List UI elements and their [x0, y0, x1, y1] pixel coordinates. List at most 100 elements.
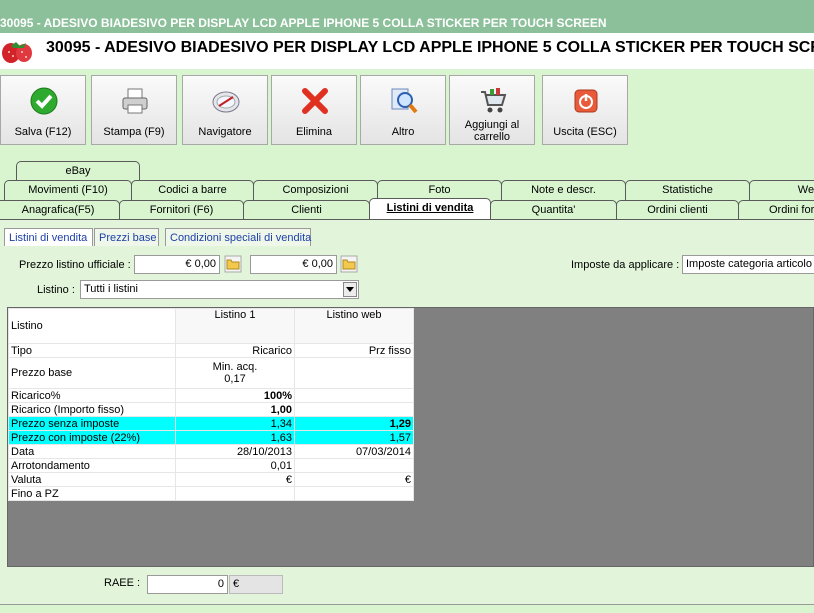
grid-header-listino: Listino [8, 308, 176, 344]
imposte-select[interactable]: Imposte categoria articolo [682, 255, 814, 274]
listino-select[interactable]: Tutti i listini [80, 280, 359, 299]
window-title: 30095 - ADESIVO BIADESIVO PER DISPLAY LC… [0, 16, 607, 30]
cell-listino-1[interactable]: 100% [175, 388, 295, 403]
tab-composizioni[interactable]: Composizioni [253, 180, 378, 200]
subtab-listini-di-vendita[interactable]: Listini di vendita [4, 228, 93, 246]
table-row: Ricarico% 100% [8, 388, 414, 403]
tab-ordini-clienti[interactable]: Ordini clienti [616, 200, 739, 220]
cart-icon [481, 88, 507, 113]
save-button[interactable]: Salva (F12) [0, 75, 86, 145]
grid-header-row: Listino Listino 1 Listino web [8, 308, 414, 344]
subtab-prezzi-base[interactable]: Prezzi base [94, 228, 159, 246]
cell-listino-web[interactable]: € [294, 472, 414, 487]
table-row: Arrotondamento 0,01 [8, 458, 414, 473]
row-label: Data [8, 444, 176, 459]
table-row: Tipo Ricarico Prz fisso [8, 343, 414, 358]
row-label: Ricarico% [8, 388, 176, 403]
cell-line: 0,17 [224, 373, 246, 385]
cell-listino-1[interactable]: 28/10/2013 [175, 444, 295, 459]
tab-ordini-fornitori[interactable]: Ordini fornitori [738, 200, 814, 220]
row-label: Tipo [8, 343, 176, 358]
tab-note-e-descr[interactable]: Note e descr. [501, 180, 626, 200]
navigator-button-label: Navigatore [198, 126, 252, 138]
tab-foto[interactable]: Foto [377, 180, 502, 200]
add-to-cart-button[interactable]: Aggiungi al carrello [449, 75, 535, 145]
prezzo-listino-input-2[interactable]: € 0,00 [250, 255, 337, 274]
cell-listino-web[interactable] [294, 458, 414, 473]
folder-icon[interactable] [340, 255, 358, 273]
row-label: Arrotondamento [8, 458, 176, 473]
row-label: Prezzo base [8, 357, 176, 389]
toolbar: Salva (F12) Stampa (F9) Navigatore Elimi… [0, 69, 814, 153]
row-label: Prezzo senza imposte [8, 416, 176, 431]
cell-listino-1[interactable]: € [175, 472, 295, 487]
cell-listino-1[interactable]: 1,63 [175, 430, 295, 445]
imposte-label: Imposte da applicare : [571, 259, 680, 271]
more-button[interactable]: Altro [360, 75, 446, 145]
raee-input[interactable]: 0 [147, 575, 228, 594]
cell-listino-1[interactable]: 1,34 [175, 416, 295, 431]
cell-listino-1[interactable]: Min. acq. 0,17 [175, 357, 295, 389]
tab-listini-di-vendita[interactable]: Listini di vendita [369, 198, 491, 220]
exit-button[interactable]: Uscita (ESC) [542, 75, 628, 145]
main-tabs: eBay Movimenti (F10) Codici a barre Comp… [0, 153, 814, 221]
table-row: Ricarico (Importo fisso) 1,00 [8, 402, 414, 417]
cell-listino-1[interactable]: 1,00 [175, 402, 295, 417]
cell-listino-1[interactable] [175, 486, 295, 501]
subtab-condizioni-speciali[interactable]: Condizioni speciali di vendita [165, 228, 311, 246]
tab-anagrafica[interactable]: Anagrafica(F5) [0, 200, 120, 220]
tab-ebay[interactable]: eBay [16, 161, 140, 181]
cell-listino-web[interactable] [294, 388, 414, 403]
navigator-button[interactable]: Navigatore [182, 75, 268, 145]
raee-currency: € [229, 575, 283, 594]
cell-listino-web[interactable]: Prz fisso [294, 343, 414, 358]
table-row: Prezzo base Min. acq. 0,17 [8, 357, 414, 389]
grid-header-listino-web[interactable]: Listino web [294, 308, 414, 344]
cell-line: Min. acq. [212, 361, 258, 373]
tab-codici-a-barre[interactable]: Codici a barre [131, 180, 254, 200]
prices-grid: Listino Listino 1 Listino web Tipo Ricar… [8, 308, 414, 501]
listini-panel: Listini di vendita Prezzi base Condizion… [0, 220, 814, 612]
power-icon [574, 89, 598, 113]
tab-statistiche[interactable]: Statistiche [625, 180, 750, 200]
save-button-label: Salva (F12) [14, 126, 72, 138]
item-header: 30095 - ADESIVO BIADESIVO PER DISPLAY LC… [0, 33, 814, 69]
cell-listino-web[interactable] [294, 486, 414, 501]
folder-icon[interactable] [224, 255, 242, 273]
delete-x-icon [302, 88, 328, 114]
cell-listino-1[interactable]: 0,01 [175, 458, 295, 473]
tab-clienti[interactable]: Clienti [243, 200, 370, 220]
print-button-label: Stampa (F9) [103, 126, 165, 138]
listino-select-value: Tutti i listini [84, 283, 138, 295]
table-row: Prezzo senza imposte 1,34 1,29 [8, 416, 414, 431]
chevron-down-icon[interactable] [343, 282, 357, 297]
cell-listino-web[interactable]: 1,29 [294, 416, 414, 431]
cell-listino-web[interactable]: 07/03/2014 [294, 444, 414, 459]
window-titlebar: 30095 - ADESIVO BIADESIVO PER DISPLAY LC… [0, 0, 814, 33]
row-label: Valuta [8, 472, 176, 487]
exit-button-label: Uscita (ESC) [553, 126, 617, 138]
tab-fornitori[interactable]: Fornitori (F6) [119, 200, 244, 220]
delete-button[interactable]: Elimina [271, 75, 357, 145]
prezzo-listino-label: Prezzo listino ufficiale : [19, 259, 131, 271]
more-button-label: Altro [391, 126, 415, 138]
compass-icon [212, 91, 240, 113]
raee-label: RAEE : [104, 577, 141, 589]
magnifier-icon [391, 88, 418, 114]
grid-header-listino-1[interactable]: Listino 1 [175, 308, 295, 344]
add-to-cart-button-label: Aggiungi al carrello [464, 119, 520, 143]
table-row: Prezzo con imposte (22%) 1,63 1,57 [8, 430, 414, 445]
cell-listino-1[interactable]: Ricarico [175, 343, 295, 358]
print-button[interactable]: Stampa (F9) [91, 75, 177, 145]
listino-label: Listino : [37, 284, 75, 296]
table-row: Fino a PZ [8, 486, 414, 501]
prezzo-listino-input[interactable]: € 0,00 [134, 255, 220, 274]
cell-listino-web[interactable]: 1,57 [294, 430, 414, 445]
tab-movimenti[interactable]: Movimenti (F10) [4, 180, 132, 200]
tab-web[interactable]: Web [749, 180, 814, 200]
cell-listino-web[interactable] [294, 402, 414, 417]
row-label: Prezzo con imposte (22%) [8, 430, 176, 445]
cell-listino-web[interactable] [294, 357, 414, 389]
strawberry-logo-icon [2, 42, 32, 63]
tab-quantita[interactable]: Quantita' [490, 200, 617, 220]
